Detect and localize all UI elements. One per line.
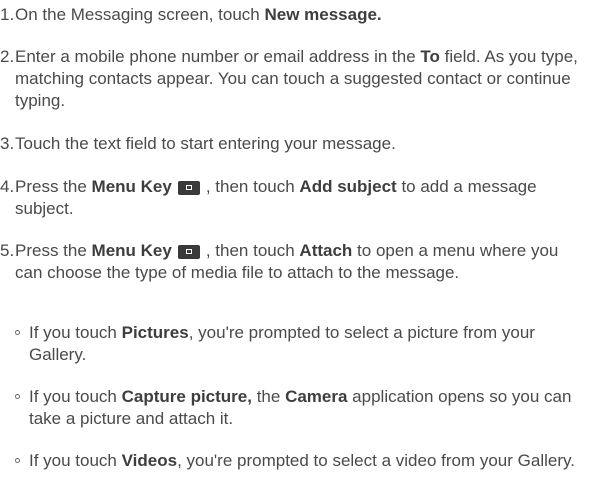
step-5: 5. Press the Menu Key , then touch Attach… bbox=[0, 240, 585, 284]
text-run: , then touch bbox=[205, 177, 300, 196]
text-run: If you touch bbox=[29, 323, 122, 342]
bold-term: Camera bbox=[285, 387, 348, 406]
text-run: Press the bbox=[15, 241, 92, 260]
step-1: 1. On the Messaging screen, touch New me… bbox=[0, 4, 585, 26]
menu-key-icon bbox=[177, 245, 200, 259]
bold-term: Attach bbox=[299, 241, 353, 260]
step-4: 4. Press the Menu Key , then touch Add su… bbox=[0, 176, 585, 220]
step-3: 3. Touch the text field to start enterin… bbox=[0, 133, 585, 155]
bold-term: Add subject bbox=[299, 177, 397, 196]
bold-term: To bbox=[420, 47, 440, 66]
bullet-item-videos: If you touch Videos, you're prompted to … bbox=[0, 450, 585, 472]
circle-bullet-icon bbox=[15, 394, 20, 399]
step-text: Enter a mobile phone number or email add… bbox=[15, 46, 585, 112]
step-number: 4. bbox=[0, 177, 15, 196]
step-number: 3. bbox=[0, 134, 15, 153]
text-run: On the Messaging screen, touch bbox=[15, 5, 265, 24]
bullet-text: If you touch Pictures, you're prompted t… bbox=[29, 322, 585, 366]
step-number: 1. bbox=[0, 5, 15, 24]
step-text: Press the Menu Key , then touch Add subje… bbox=[15, 176, 585, 220]
text-run: Press the bbox=[15, 177, 92, 196]
bullet-item-pictures: If you touch Pictures, you're prompted t… bbox=[0, 322, 585, 366]
bold-term: Capture picture, bbox=[121, 387, 252, 406]
bold-term: Menu Key bbox=[91, 241, 172, 260]
text-run: , then touch bbox=[205, 241, 300, 260]
bold-term: New message. bbox=[264, 5, 382, 24]
text-run: the bbox=[251, 387, 286, 406]
step-number: 2. bbox=[0, 47, 15, 66]
text-run: , you're prompted to select a video from… bbox=[177, 451, 575, 470]
circle-bullet-icon bbox=[15, 458, 20, 463]
step-text: On the Messaging screen, touch New messa… bbox=[15, 4, 585, 26]
step-number: 5. bbox=[0, 241, 15, 260]
bullet-text: If you touch Capture picture, the Camera… bbox=[29, 386, 585, 430]
circle-bullet-icon bbox=[15, 330, 20, 335]
menu-key-icon bbox=[177, 181, 200, 195]
text-run: If you touch bbox=[29, 451, 122, 470]
text-run: Enter a mobile phone number or email add… bbox=[15, 47, 421, 66]
bold-term: Menu Key bbox=[91, 177, 172, 196]
bold-term: Pictures bbox=[121, 323, 189, 342]
step-2: 2. Enter a mobile phone number or email … bbox=[0, 46, 585, 112]
step-text: Press the Menu Key, then touch Attach to… bbox=[15, 240, 585, 284]
instructions-document: 1. On the Messaging screen, touch New me… bbox=[0, 0, 591, 492]
bold-term: Videos bbox=[121, 451, 178, 470]
text-run: If you touch bbox=[29, 387, 122, 406]
bullet-item-capture-picture: If you touch Capture picture, the Camera… bbox=[0, 386, 585, 430]
step-text: Touch the text field to start entering y… bbox=[15, 133, 585, 155]
text-run: Touch the text field to start entering y… bbox=[15, 134, 396, 153]
bullet-text: If you touch Videos, you're prompted to … bbox=[29, 450, 585, 472]
